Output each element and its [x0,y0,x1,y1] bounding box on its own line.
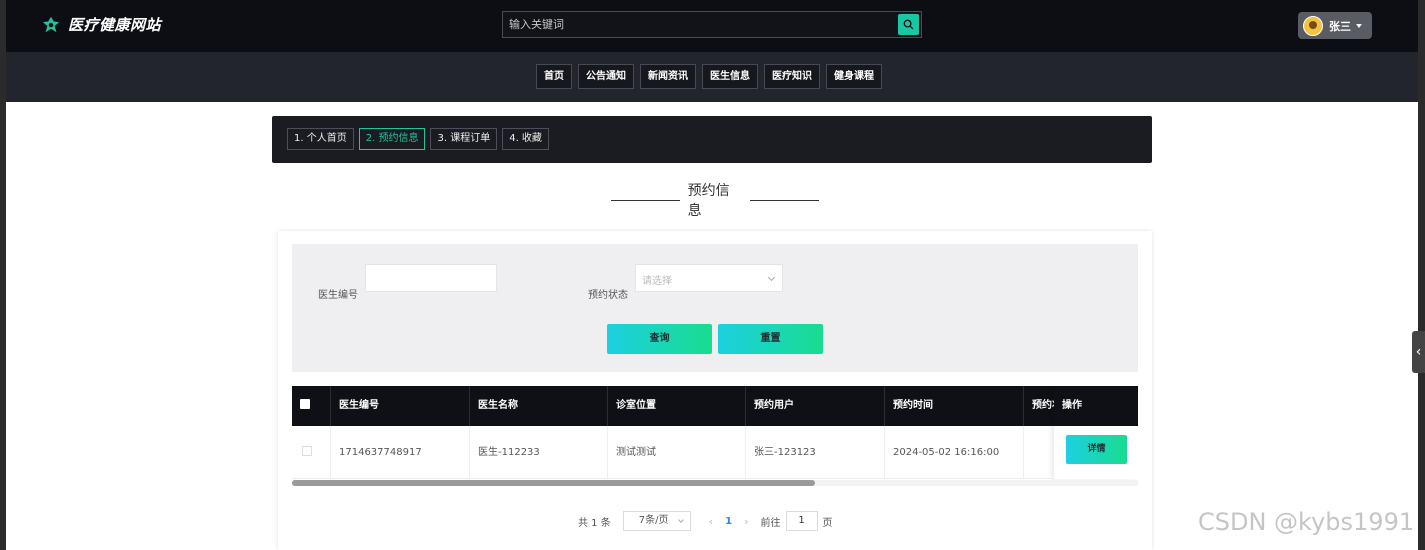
prev-page-icon[interactable]: ‹ [709,515,713,528]
nav-item-doctors[interactable]: 医生信息 [702,64,758,89]
status-select[interactable]: 请选择 [635,264,783,292]
cell-doctor-no: 1714637748917 [330,426,469,479]
search-button[interactable] [898,14,919,35]
search-icon [903,19,914,30]
page-unit-label: 页 [822,517,833,529]
nav-item-fitness-courses[interactable]: 健身课程 [826,64,882,89]
column-header-room[interactable]: 诊室位置 [607,386,745,426]
current-page[interactable]: 1 [725,516,732,527]
pagination-total: 共 1 条 [578,517,611,529]
title-divider-left [611,199,680,201]
user-menu[interactable]: 张三 [1298,12,1372,39]
page-size-value: 7条/页 [638,515,669,526]
logo-icon [42,16,60,32]
row-select-cell [292,426,330,479]
nav-item-home[interactable]: 首页 [536,64,572,89]
detail-button[interactable]: 详情 [1066,435,1127,464]
column-header-user[interactable]: 预约用户 [745,386,884,426]
header-select-all [292,386,330,426]
caret-down-icon [1356,23,1362,28]
tab-course-orders[interactable]: 3. 课程订单 [430,128,498,150]
column-header-time[interactable]: 预约时间 [884,386,1023,426]
doctor-no-input[interactable] [365,264,497,292]
fixed-action-column: 操作 详情 [1054,386,1138,479]
select-all-checkbox[interactable] [300,399,310,409]
avatar [1303,15,1323,36]
goto-page-input[interactable]: 1 [785,511,818,531]
chevron-down-icon [677,517,684,523]
row-checkbox[interactable] [302,446,312,456]
tab-appointments[interactable]: 2. 预约信息 [358,128,426,150]
site-title: 医疗健康网站 [68,16,162,34]
main-nav: 首页 公告通知 新闻资讯 医生信息 医疗知识 健身课程 [6,52,1418,102]
doctor-no-label: 医生编号 [318,290,358,301]
column-header-doctor-no[interactable]: 医生编号 [330,386,469,426]
goto-label: 前往 [760,517,781,529]
page-size-select[interactable]: 7条/页 [622,511,691,531]
pagination: 共 1 条 7条/页 ‹ 1 › 前往 1 页 [578,511,833,531]
column-header-action: 操作 [1054,386,1138,426]
appointments-card: 医生编号 预约状态 请选择 查询 重置 医生编号 医生名称 诊室位置 预约用户 … [278,231,1152,550]
nav-item-medical-knowledge[interactable]: 医疗知识 [764,64,820,89]
search-input[interactable] [509,12,899,37]
sidebar-toggle-chevron-left-icon[interactable]: ‹ [1412,331,1425,373]
reset-button[interactable]: 重置 [718,324,823,354]
tab-personal-home[interactable]: 1. 个人首页 [287,128,354,150]
user-name: 张三 [1329,19,1351,33]
section-title: 预约信息 [611,183,820,219]
query-button[interactable]: 查询 [607,324,712,354]
column-header-doctor-name[interactable]: 医生名称 [469,386,607,426]
chevron-down-icon [767,273,776,282]
filter-panel: 医生编号 预约状态 请选择 查询 重置 [292,244,1138,372]
watermark: CSDN @kybs1991 [1198,508,1415,536]
scrollbar-thumb[interactable] [292,480,815,486]
table-row: 1714637748917 医生-112233 测试测试 张三-123123 2… [292,426,1138,479]
cell-time: 2024-05-02 16:16:00 [884,426,1023,479]
appointments-table: 医生编号 医生名称 诊室位置 预约用户 预约时间 预约状 17146377489… [292,386,1138,483]
tab-favorites[interactable]: 4. 收藏 [502,128,549,150]
next-page-icon[interactable]: › [744,515,748,528]
top-header: 医疗健康网站 张三 [6,0,1418,52]
search-box [502,11,922,38]
status-select-placeholder: 请选择 [642,276,672,287]
title-divider-right [750,199,820,201]
section-title-text: 预约信息 [687,183,730,219]
table-header: 医生编号 医生名称 诊室位置 预约用户 预约时间 预约状 [292,386,1138,426]
site-logo[interactable]: 医疗健康网站 [42,14,161,35]
table-horizontal-scrollbar[interactable] [292,480,1138,486]
nav-item-news[interactable]: 新闻资讯 [640,64,696,89]
cell-doctor-name: 医生-112233 [469,426,607,479]
cell-room: 测试测试 [607,426,745,479]
status-label: 预约状态 [588,290,628,301]
cell-user: 张三-123123 [745,426,884,479]
page: 医疗健康网站 张三 首页 公告通知 新闻资讯 医生信息 医疗知识 健身课程 [0,0,1425,550]
center-tabs-panel: 1. 个人首页 2. 预约信息 3. 课程订单 4. 收藏 [272,116,1152,163]
window-right-edge [1418,0,1425,550]
nav-item-notices[interactable]: 公告通知 [578,64,634,89]
